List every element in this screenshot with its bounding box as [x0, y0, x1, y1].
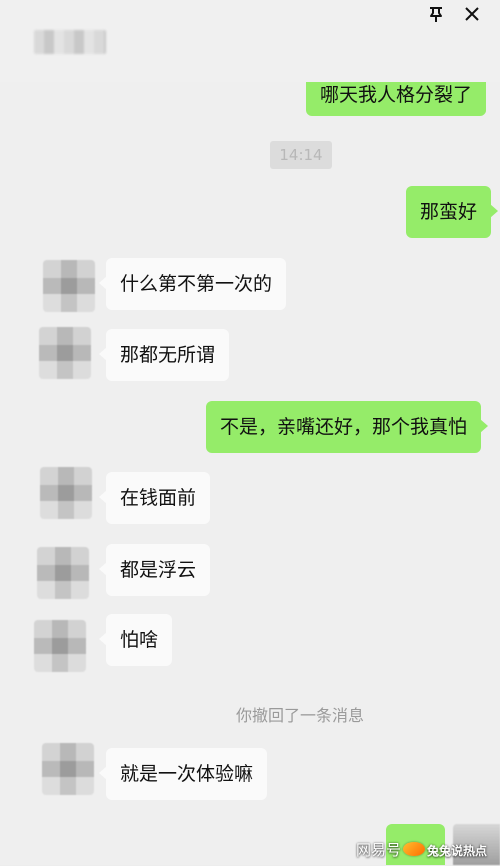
contact-avatar[interactable] — [37, 547, 89, 599]
message-bubble-right[interactable]: 那蛮好 — [406, 186, 499, 238]
close-icon[interactable] — [462, 4, 482, 24]
chat-header — [0, 0, 500, 82]
contact-avatar[interactable] — [34, 620, 86, 672]
recall-note: 你撤回了一条消息 — [235, 706, 364, 725]
contact-name — [34, 30, 106, 54]
contact-avatar[interactable] — [40, 467, 92, 519]
message-bubble-right[interactable]: 哪天我人格分裂了 — [306, 82, 487, 116]
platform-watermark: 网易号 兔兔说热点 — [356, 836, 500, 865]
pin-icon[interactable] — [426, 4, 446, 24]
watermark-source: 网易号 — [356, 841, 402, 859]
message-bubble-left[interactable]: 在钱面前 — [98, 472, 211, 524]
message-bubble-left[interactable]: 怕啥 — [98, 614, 173, 666]
message-timestamp: 14:14 — [270, 141, 332, 169]
chat-window: 哪天我人格分裂了 14:14 那蛮好 什么第不第一次的 那都无所谓 不是，亲嘴还… — [0, 0, 500, 865]
brand-logo-icon — [403, 842, 426, 856]
message-bubble-left[interactable]: 就是一次体验嘛 — [98, 748, 268, 800]
message-bubble-left[interactable]: 什么第不第一次的 — [98, 258, 287, 310]
watermark-account: 兔兔说热点 — [427, 844, 488, 858]
contact-avatar[interactable] — [43, 260, 95, 312]
message-bubble-right[interactable]: 不是，亲嘴还好，那个我真怕 — [206, 401, 489, 453]
contact-avatar[interactable] — [39, 327, 91, 379]
message-bubble-left[interactable]: 那都无所谓 — [98, 329, 230, 381]
contact-avatar[interactable] — [42, 743, 94, 795]
message-bubble-left[interactable]: 都是浮云 — [98, 544, 211, 596]
